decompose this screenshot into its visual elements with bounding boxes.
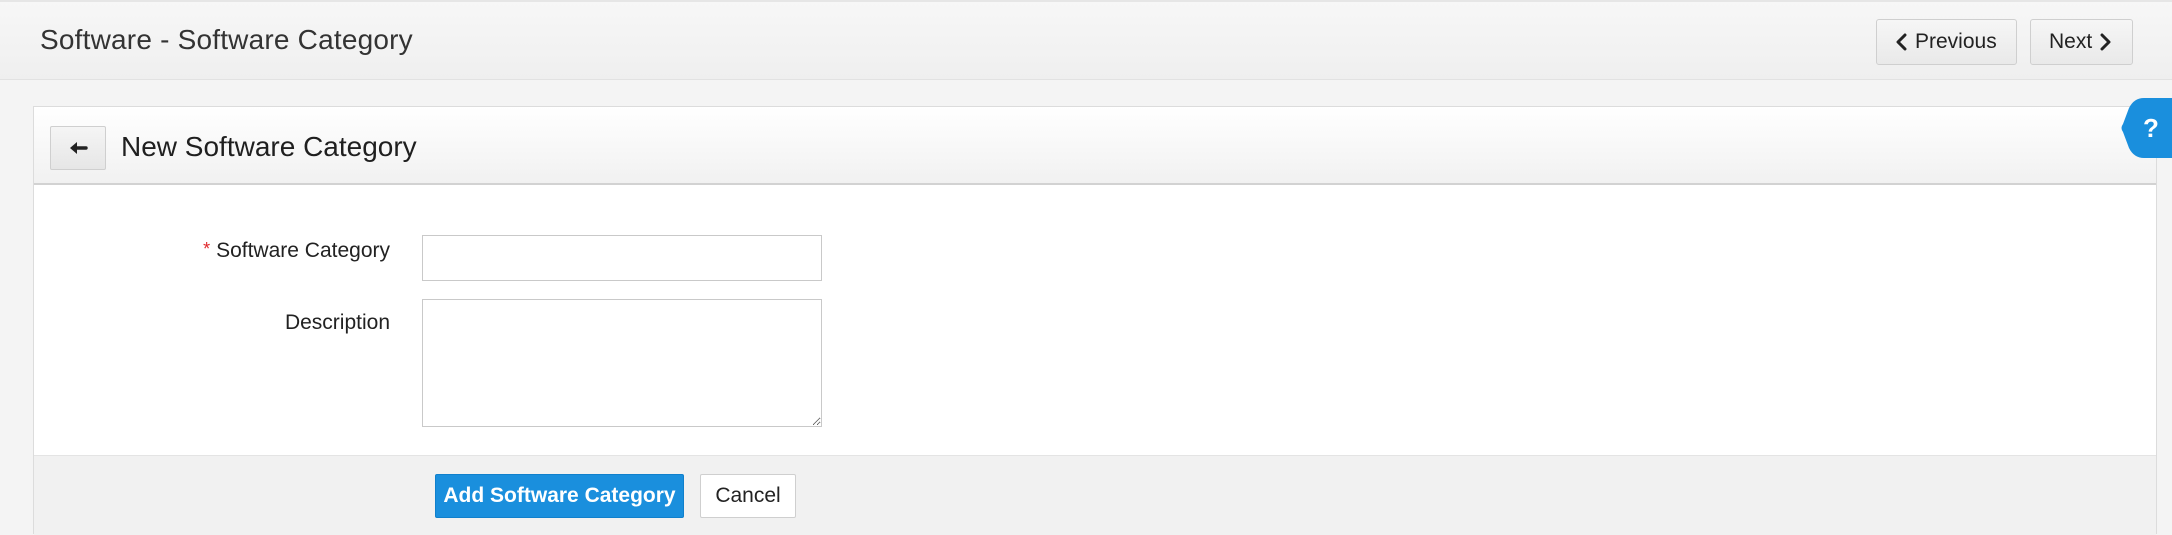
question-mark-icon: ? (2121, 98, 2172, 158)
back-button[interactable] (50, 126, 106, 170)
page-title: Software - Software Category (40, 24, 413, 55)
cancel-button[interactable]: Cancel (700, 474, 796, 518)
previous-label: Previous (1915, 30, 1997, 53)
arrow-left-icon (70, 142, 88, 154)
software-category-input[interactable] (422, 235, 822, 281)
next-button[interactable]: Next (2030, 19, 2133, 65)
top-header-bar: Software - Software Category Previous Ne… (0, 0, 2172, 80)
chevron-right-icon (2100, 33, 2111, 51)
panel-title: New Software Category (121, 131, 417, 162)
chevron-left-icon (1896, 33, 1907, 51)
software-category-label: * Software Category (203, 239, 390, 263)
help-label: ? (2143, 113, 2159, 143)
description-textarea[interactable] (422, 299, 822, 427)
panel-header: New Software Category (34, 107, 2156, 185)
software-category-label-text: Software Category (216, 239, 390, 262)
required-marker: * (203, 239, 211, 259)
help-tab[interactable]: ? (2120, 96, 2172, 160)
add-software-category-button[interactable]: Add Software Category (435, 474, 684, 518)
next-label: Next (2049, 30, 2093, 53)
previous-button[interactable]: Previous (1876, 19, 2017, 65)
description-label: Description (284, 311, 390, 334)
new-software-category-panel: New Software Category * Software Category… (33, 106, 2157, 535)
form-actions-bar: Add Software Category Cancel (34, 455, 2156, 535)
